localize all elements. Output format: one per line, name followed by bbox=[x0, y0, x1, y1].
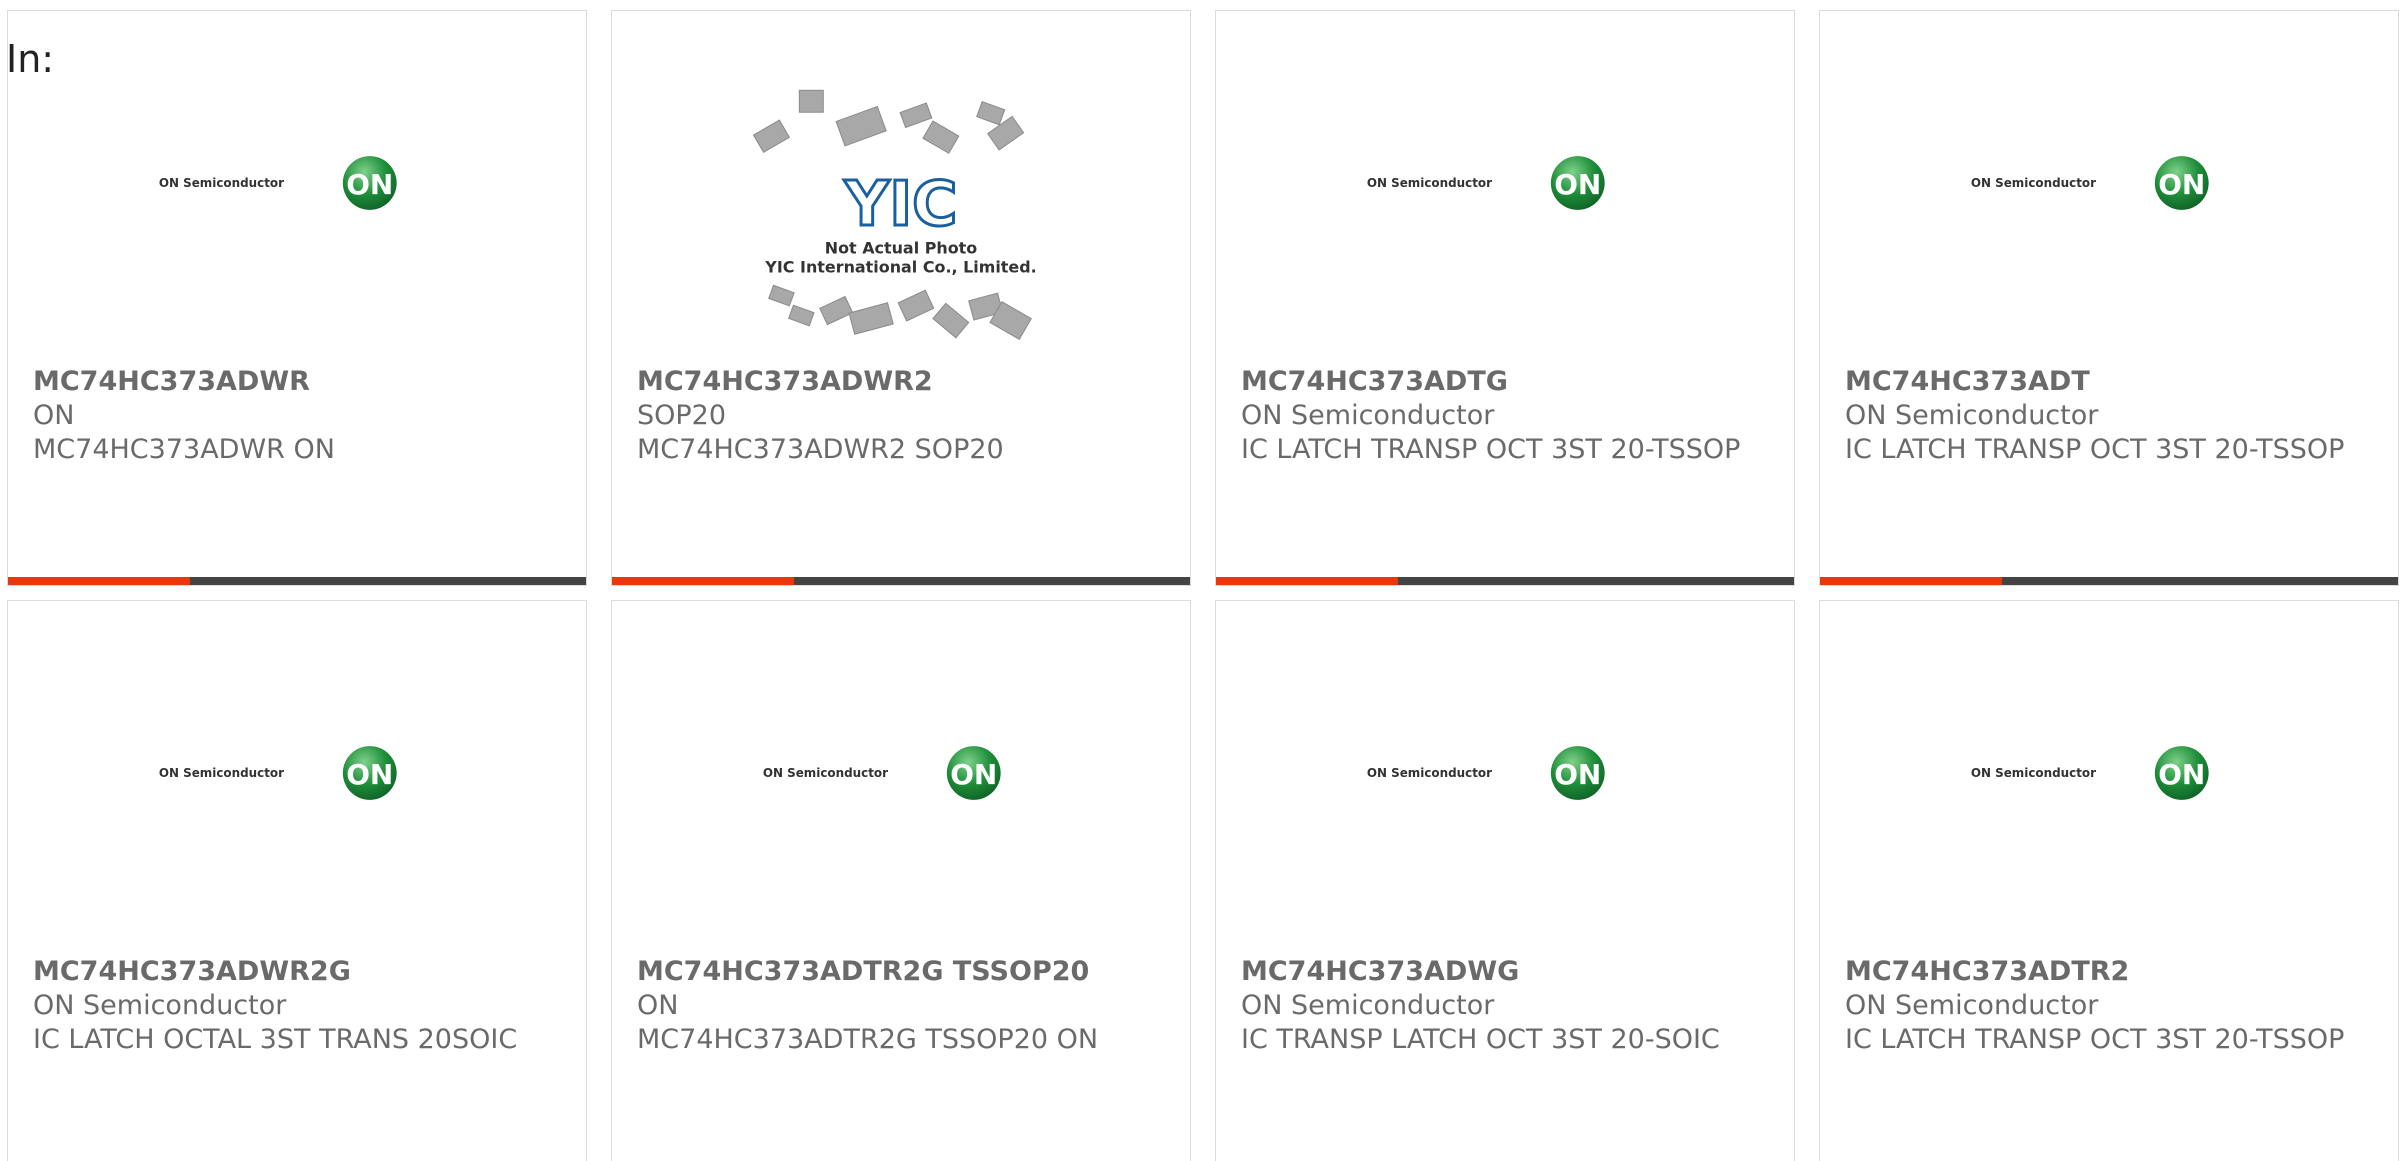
yic-caption-line1: Not Actual Photo bbox=[825, 239, 978, 258]
yic-caption-line2: YIC International Co., Limited. bbox=[764, 258, 1036, 277]
on-semiconductor-logo: ON Semiconductor ON bbox=[1971, 156, 2209, 210]
on-semiconductor-wordmark: ON Semiconductor bbox=[763, 766, 888, 780]
on-semiconductor-wordmark: ON Semiconductor bbox=[159, 766, 284, 780]
card-bar-accent bbox=[8, 577, 190, 585]
on-logo-mark: ON bbox=[2158, 168, 2205, 201]
chip-package-icon bbox=[922, 120, 960, 154]
product-manufacturer: ON Semiconductor bbox=[1845, 400, 2099, 431]
product-description: MC74HC373ADWR2 SOP20 bbox=[637, 434, 1004, 465]
card-bottom-bar bbox=[8, 577, 586, 585]
product-name-link[interactable]: MC74HC373ADWG bbox=[1241, 955, 1774, 989]
product-manufacturer: ON Semiconductor bbox=[33, 990, 287, 1021]
product-image[interactable]: ON Semiconductor ON bbox=[1216, 11, 1794, 351]
product-card[interactable]: YIC Not Actual Photo YIC International Co.… bbox=[611, 10, 1191, 586]
product-image[interactable]: YICNot Actual PhotoYIC International Co.… bbox=[612, 11, 1190, 351]
on-logo-mark: ON bbox=[346, 758, 393, 791]
product-image[interactable]: ON Semiconductor ON bbox=[8, 11, 586, 351]
product-name-link[interactable]: MC74HC373ADTG bbox=[1241, 365, 1774, 399]
product-description: IC LATCH TRANSP OCT 3ST 20-TSSOP bbox=[1845, 434, 2345, 465]
product-manufacturer: ON bbox=[33, 400, 75, 431]
chip-package-icon bbox=[976, 101, 1006, 126]
product-manufacturer: ON Semiconductor bbox=[1845, 990, 2099, 1021]
product-image[interactable]: ON Semiconductor ON bbox=[612, 601, 1190, 941]
card-bottom-bar bbox=[1820, 577, 2398, 585]
product-manufacturer: ON Semiconductor bbox=[1241, 400, 1495, 431]
product-manufacturer: ON bbox=[637, 990, 679, 1021]
on-semiconductor-logo: ON Semiconductor ON bbox=[1367, 156, 1605, 210]
product-info: MC74HC373ADWG ON Semiconductor IC TRANSP L… bbox=[1241, 955, 1774, 1057]
product-manufacturer: ON Semiconductor bbox=[1241, 990, 1495, 1021]
product-name-link[interactable]: MC74HC373ADWR2G bbox=[33, 955, 566, 989]
chip-package-icon bbox=[788, 304, 815, 327]
card-bottom-bar bbox=[1216, 577, 1794, 585]
product-image[interactable]: ON Semiconductor ON bbox=[1820, 601, 2398, 941]
on-logo-mark: ON bbox=[1554, 758, 1601, 791]
card-bar-accent bbox=[1820, 577, 2002, 585]
on-semiconductor-wordmark: ON Semiconductor bbox=[1367, 176, 1492, 190]
product-image[interactable]: ON Semiconductor ON bbox=[8, 601, 586, 941]
on-logo-mark: ON bbox=[346, 168, 393, 201]
product-info: MC74HC373ADTR2 ON Semiconductor IC LATCH T… bbox=[1845, 955, 2378, 1057]
chip-package-icon bbox=[848, 302, 894, 335]
on-semiconductor-wordmark: ON Semiconductor bbox=[1971, 766, 2096, 780]
product-card[interactable]: ON Semiconductor ON MC74HC373ADTG ON Semico… bbox=[1215, 10, 1795, 586]
chip-package-icon bbox=[752, 119, 791, 153]
on-logo-mark: ON bbox=[2158, 758, 2205, 791]
product-manufacturer: SOP20 bbox=[637, 400, 727, 431]
product-info: MC74HC373ADT ON Semiconductor IC LATCH TRA… bbox=[1845, 365, 2378, 467]
on-semiconductor-logo: ON Semiconductor ON bbox=[159, 156, 397, 210]
chip-package-icon bbox=[768, 284, 795, 307]
product-name-link[interactable]: MC74HC373ADWR bbox=[33, 365, 566, 399]
product-info: MC74HC373ADTR2G TSSOP20 ON MC74HC373ADTR2G… bbox=[637, 955, 1170, 1057]
product-card[interactable]: ON Semiconductor ON MC74HC373ADT ON Semicon… bbox=[1819, 10, 2399, 586]
on-semiconductor-wordmark: ON Semiconductor bbox=[159, 176, 284, 190]
on-semiconductor-logo: ON Semiconductor ON bbox=[1971, 746, 2209, 800]
product-image[interactable]: ON Semiconductor ON bbox=[1216, 601, 1794, 941]
product-description: IC LATCH TRANSP OCT 3ST 20-TSSOP bbox=[1845, 1024, 2345, 1055]
product-name-link[interactable]: MC74HC373ADTR2 bbox=[1845, 955, 2378, 989]
product-info: MC74HC373ADWR2 SOP20 MC74HC373ADWR2 SOP20 bbox=[637, 365, 1170, 467]
chip-package-icon bbox=[798, 89, 824, 113]
on-semiconductor-logo: ON Semiconductor ON bbox=[763, 746, 1001, 800]
on-semiconductor-wordmark: ON Semiconductor bbox=[1971, 176, 2096, 190]
product-description: MC74HC373ADWR ON bbox=[33, 434, 335, 465]
product-description: IC TRANSP LATCH OCT 3ST 20-SOIC bbox=[1241, 1024, 1720, 1055]
in-label: In: bbox=[6, 37, 55, 81]
chip-package-icon bbox=[835, 105, 887, 147]
product-name-link[interactable]: MC74HC373ADT bbox=[1845, 365, 2378, 399]
product-info: MC74HC373ADWR ON MC74HC373ADWR ON bbox=[33, 365, 566, 467]
product-card[interactable]: ON Semiconductor ON MC74HC373ADTR2G TSSOP2… bbox=[611, 600, 1191, 1161]
product-card[interactable]: ON Semiconductor ON MC74HC373ADWG ON Semico… bbox=[1215, 600, 1795, 1161]
product-name-link[interactable]: MC74HC373ADWR2 bbox=[637, 365, 1170, 399]
on-logo-mark: ON bbox=[1554, 168, 1601, 201]
product-grid-page: In: ON Semiconductor ON MC74HC373ADWR ON MC7… bbox=[0, 0, 2400, 1161]
yic-not-actual-photo-image: YICNot Actual PhotoYIC International Co.… bbox=[752, 89, 1037, 341]
product-card[interactable]: ON Semiconductor ON MC74HC373ADWR2G ON Semi… bbox=[7, 600, 587, 1161]
chip-package-icon bbox=[899, 102, 933, 129]
product-info: MC74HC373ADWR2G ON Semiconductor IC LATCH … bbox=[33, 955, 566, 1057]
product-card[interactable]: ON Semiconductor ON MC74HC373ADWR ON MC74HC3… bbox=[7, 10, 587, 586]
card-bottom-bar bbox=[612, 577, 1190, 585]
product-card[interactable]: ON Semiconductor ON MC74HC373ADTR2 ON Semic… bbox=[1819, 600, 2399, 1161]
product-name-link[interactable]: MC74HC373ADTR2G TSSOP20 bbox=[637, 955, 1170, 989]
chip-package-icon bbox=[819, 295, 854, 326]
chip-package-icon bbox=[897, 289, 935, 322]
on-semiconductor-logo: ON Semiconductor ON bbox=[1367, 746, 1605, 800]
on-semiconductor-logo: ON Semiconductor ON bbox=[159, 746, 397, 800]
card-bar-accent bbox=[1216, 577, 1398, 585]
product-description: IC LATCH OCTAL 3ST TRANS 20SOIC bbox=[33, 1024, 518, 1055]
card-bar-accent bbox=[612, 577, 794, 585]
chip-package-icon bbox=[932, 302, 970, 339]
yic-logo-mark: YIC bbox=[843, 168, 957, 240]
product-description: IC LATCH TRANSP OCT 3ST 20-TSSOP bbox=[1241, 434, 1741, 465]
on-logo-mark: ON bbox=[950, 758, 997, 791]
product-image[interactable]: ON Semiconductor ON bbox=[1820, 11, 2398, 351]
product-description: MC74HC373ADTR2G TSSOP20 ON bbox=[637, 1024, 1099, 1055]
on-semiconductor-wordmark: ON Semiconductor bbox=[1367, 766, 1492, 780]
product-info: MC74HC373ADTG ON Semiconductor IC LATCH TR… bbox=[1241, 365, 1774, 467]
